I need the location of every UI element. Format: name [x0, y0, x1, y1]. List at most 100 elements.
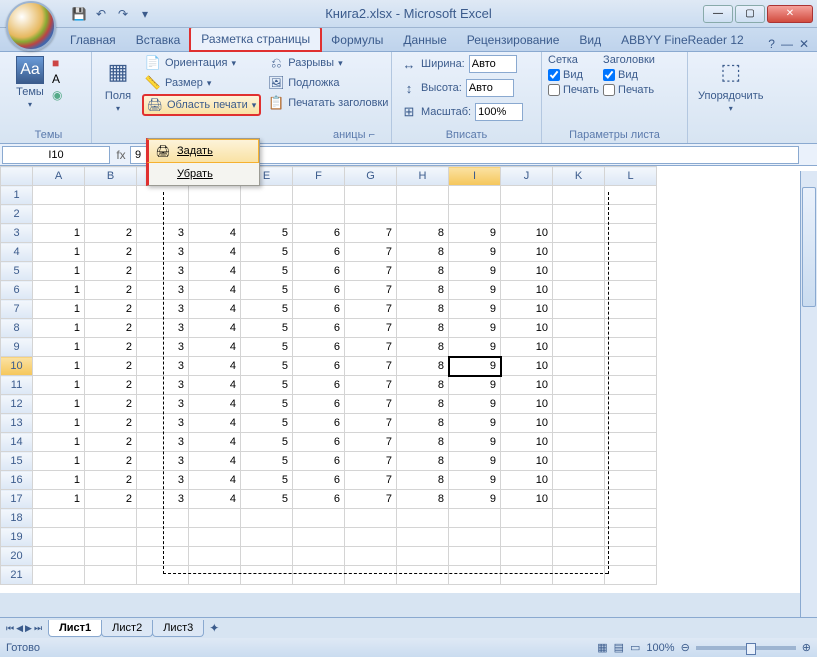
cell-G14[interactable]: 7: [345, 433, 397, 452]
cell-J8[interactable]: 10: [501, 319, 553, 338]
sheet-nav-last[interactable]: ⏭: [34, 623, 42, 634]
cell-B10[interactable]: 2: [85, 357, 137, 376]
cell-D20[interactable]: [189, 547, 241, 566]
cell-J11[interactable]: 10: [501, 376, 553, 395]
col-header-L[interactable]: L: [605, 167, 657, 186]
cell-D8[interactable]: 4: [189, 319, 241, 338]
cell-G13[interactable]: 7: [345, 414, 397, 433]
themes-button[interactable]: Aa Темы ▾: [12, 54, 48, 111]
cell-F8[interactable]: 6: [293, 319, 345, 338]
cell-B2[interactable]: [85, 205, 137, 224]
cell-K8[interactable]: [553, 319, 605, 338]
redo-icon[interactable]: ↷: [114, 5, 132, 23]
cell-J21[interactable]: [501, 566, 553, 585]
tab-data[interactable]: Данные: [393, 29, 456, 51]
qat-more-icon[interactable]: ▾: [136, 5, 154, 23]
cell-L8[interactable]: [605, 319, 657, 338]
undo-icon[interactable]: ↶: [92, 5, 110, 23]
cell-A10[interactable]: 1: [33, 357, 85, 376]
cell-B15[interactable]: 2: [85, 452, 137, 471]
cell-G15[interactable]: 7: [345, 452, 397, 471]
cell-I1[interactable]: [449, 186, 501, 205]
cell-A19[interactable]: [33, 528, 85, 547]
col-header-J[interactable]: J: [501, 167, 553, 186]
cell-I12[interactable]: 9: [449, 395, 501, 414]
cell-D19[interactable]: [189, 528, 241, 547]
cell-K11[interactable]: [553, 376, 605, 395]
tab-view[interactable]: Вид: [569, 29, 611, 51]
cell-L9[interactable]: [605, 338, 657, 357]
sheet-nav-prev[interactable]: ◀: [16, 623, 23, 634]
cell-B14[interactable]: 2: [85, 433, 137, 452]
cell-J4[interactable]: 10: [501, 243, 553, 262]
cell-B13[interactable]: 2: [85, 414, 137, 433]
sheet-tab-1[interactable]: Лист1: [48, 620, 102, 637]
tab-abbyy[interactable]: ABBYY FineReader 12: [611, 29, 754, 51]
cell-F20[interactable]: [293, 547, 345, 566]
cell-D12[interactable]: 4: [189, 395, 241, 414]
cell-H20[interactable]: [397, 547, 449, 566]
cell-I7[interactable]: 9: [449, 300, 501, 319]
cell-J3[interactable]: 10: [501, 224, 553, 243]
cell-B7[interactable]: 2: [85, 300, 137, 319]
cell-D21[interactable]: [189, 566, 241, 585]
cell-F19[interactable]: [293, 528, 345, 547]
select-all-corner[interactable]: [1, 167, 33, 186]
cell-G1[interactable]: [345, 186, 397, 205]
row-header-14[interactable]: 14: [1, 433, 33, 452]
cell-F6[interactable]: 6: [293, 281, 345, 300]
cell-H6[interactable]: 8: [397, 281, 449, 300]
background-button[interactable]: 🖼Подложка: [265, 74, 391, 92]
cell-L14[interactable]: [605, 433, 657, 452]
cell-F7[interactable]: 6: [293, 300, 345, 319]
zoom-out[interactable]: ⊖: [681, 641, 690, 654]
cell-D7[interactable]: 4: [189, 300, 241, 319]
tab-formulas[interactable]: Формулы: [321, 29, 393, 51]
tab-review[interactable]: Рецензирование: [457, 29, 570, 51]
row-header-13[interactable]: 13: [1, 414, 33, 433]
cell-I11[interactable]: 9: [449, 376, 501, 395]
cell-I2[interactable]: [449, 205, 501, 224]
row-header-15[interactable]: 15: [1, 452, 33, 471]
cell-J13[interactable]: 10: [501, 414, 553, 433]
tab-home[interactable]: Главная: [60, 29, 126, 51]
cell-I18[interactable]: [449, 509, 501, 528]
cell-F3[interactable]: 6: [293, 224, 345, 243]
cell-A2[interactable]: [33, 205, 85, 224]
view-normal-icon[interactable]: ▦: [597, 641, 607, 654]
cell-K14[interactable]: [553, 433, 605, 452]
cell-F12[interactable]: 6: [293, 395, 345, 414]
cell-F15[interactable]: 6: [293, 452, 345, 471]
row-header-7[interactable]: 7: [1, 300, 33, 319]
col-header-A[interactable]: A: [33, 167, 85, 186]
cell-L6[interactable]: [605, 281, 657, 300]
cell-E18[interactable]: [241, 509, 293, 528]
cell-B19[interactable]: [85, 528, 137, 547]
cell-A7[interactable]: 1: [33, 300, 85, 319]
tab-insert[interactable]: Вставка: [126, 29, 191, 51]
cell-F1[interactable]: [293, 186, 345, 205]
row-header-1[interactable]: 1: [1, 186, 33, 205]
cell-J6[interactable]: 10: [501, 281, 553, 300]
cell-F13[interactable]: 6: [293, 414, 345, 433]
row-header-21[interactable]: 21: [1, 566, 33, 585]
cell-K6[interactable]: [553, 281, 605, 300]
sheet-nav-first[interactable]: ⏮: [6, 623, 14, 634]
row-header-3[interactable]: 3: [1, 224, 33, 243]
cell-A9[interactable]: 1: [33, 338, 85, 357]
cell-K7[interactable]: [553, 300, 605, 319]
cell-A5[interactable]: 1: [33, 262, 85, 281]
cell-E14[interactable]: 5: [241, 433, 293, 452]
col-header-B[interactable]: B: [85, 167, 137, 186]
cell-H19[interactable]: [397, 528, 449, 547]
cell-G17[interactable]: 7: [345, 490, 397, 509]
cell-E10[interactable]: 5: [241, 357, 293, 376]
cell-L3[interactable]: [605, 224, 657, 243]
cell-K10[interactable]: [553, 357, 605, 376]
cell-H18[interactable]: [397, 509, 449, 528]
cell-J20[interactable]: [501, 547, 553, 566]
cell-I19[interactable]: [449, 528, 501, 547]
cell-H5[interactable]: 8: [397, 262, 449, 281]
cell-K19[interactable]: [553, 528, 605, 547]
cell-G16[interactable]: 7: [345, 471, 397, 490]
